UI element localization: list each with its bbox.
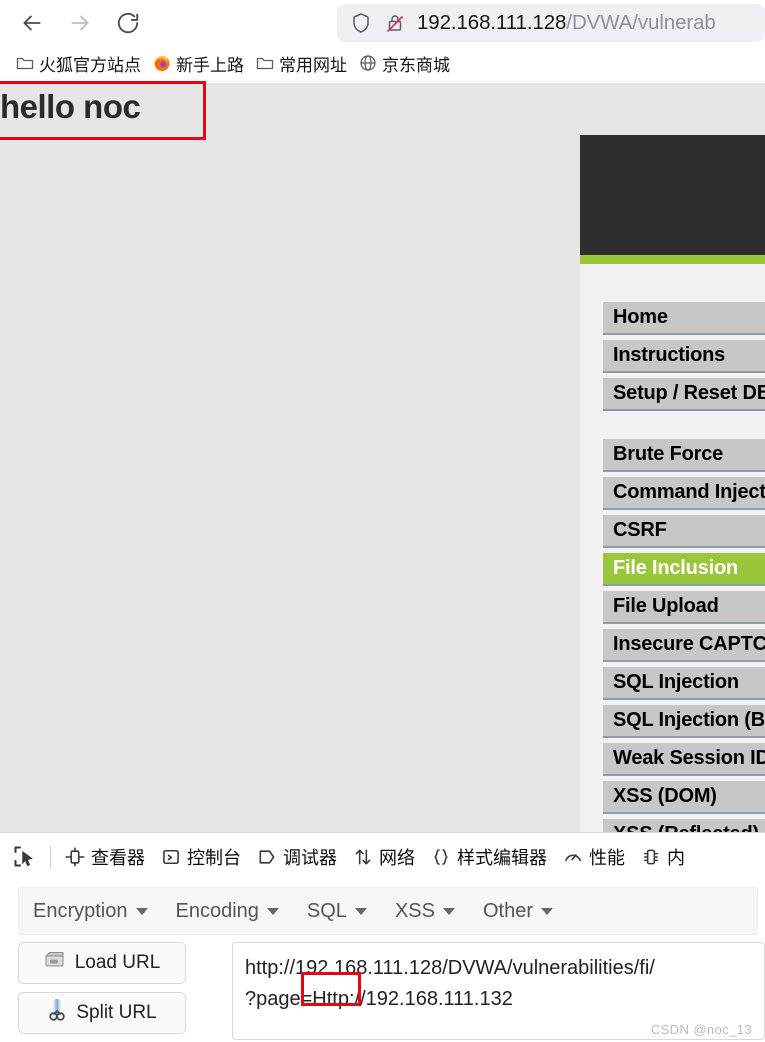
dvwa-menu-item-csrf[interactable]: CSRF (603, 515, 765, 548)
devtools-tab-label: 网络 (379, 847, 415, 868)
lock-crossed-icon[interactable] (383, 11, 407, 35)
hackbar-menu-other[interactable]: Other (469, 888, 567, 934)
page-viewport: hello noc Home Instructions Setup / Rese… (0, 80, 765, 832)
console-icon (161, 847, 181, 867)
scissors-icon (47, 998, 67, 1027)
dvwa-navigation-menu: Home Instructions Setup / Reset DB Brute… (580, 264, 765, 832)
debugger-icon (257, 847, 277, 867)
folder-icon (256, 54, 274, 72)
folder-icon (16, 54, 34, 72)
hackbar-menu-label: Other (482, 899, 533, 922)
shield-icon[interactable] (349, 11, 373, 35)
forward-button[interactable] (61, 4, 99, 42)
devtools-tab-label: 内 (667, 847, 685, 868)
dvwa-menu-item-home[interactable]: Home (603, 302, 765, 335)
hackbar-menu-label: Encryption (33, 899, 128, 922)
chevron-down-icon (541, 907, 553, 915)
load-url-label: Load URL (74, 952, 161, 973)
dvwa-menu-item-sql-injection[interactable]: SQL Injection (603, 667, 765, 700)
bookmark-item-common-sites[interactable]: 常用网址 (250, 49, 353, 78)
dvwa-menu-item-file-upload[interactable]: File Upload (603, 591, 765, 624)
load-url-button[interactable]: Load URL (18, 942, 186, 984)
dvwa-menu-item-setup-reset-db[interactable]: Setup / Reset DB (603, 378, 765, 411)
devtools-tab-memory[interactable]: 内 (633, 837, 693, 877)
server-icon (44, 951, 66, 975)
style-editor-icon (431, 847, 451, 867)
bookmark-label: 常用网址 (279, 55, 347, 75)
back-button[interactable] (13, 4, 51, 42)
dvwa-menu-item-instructions[interactable]: Instructions (603, 340, 765, 373)
dvwa-menu-group-vulnerabilities: Brute Force Command Injection CSRF File … (580, 439, 765, 832)
url-text[interactable]: 192.168.111.128/DVWA/vulnerab (417, 11, 716, 35)
globe-icon (359, 54, 377, 72)
hackbar-menu-label: Encoding (175, 899, 259, 922)
url-bar[interactable]: 192.168.111.128/DVWA/vulnerab (337, 4, 765, 42)
devtools-tab-style-editor[interactable]: 样式编辑器 (423, 837, 555, 877)
hackbar-url-textarea[interactable]: http://192.168.111.128/DVWA/vulnerabilit… (232, 942, 765, 1040)
toolbar-divider (50, 845, 51, 868)
hackbar-panel: Encryption Encoding SQL XSS Other Load U… (0, 880, 765, 1042)
dvwa-menu-group-main: Home Instructions Setup / Reset DB (580, 302, 765, 411)
dvwa-panel: Home Instructions Setup / Reset DB Brute… (580, 135, 765, 832)
hackbar-menu-label: SQL (306, 899, 347, 922)
dvwa-menu-item-xss-reflected[interactable]: XSS (Reflected) (603, 819, 765, 832)
bookmark-item-beginner[interactable]: 新手上路 (147, 49, 250, 78)
dvwa-logo-header (580, 135, 765, 255)
bookmark-label: 火狐官方站点 (39, 55, 141, 75)
devtools-toolbar: 查看器 控制台 调试器 网络 样式编辑器 性能 内 (0, 833, 765, 881)
url-host: 192.168.111.128 (417, 11, 567, 34)
split-url-button[interactable]: Split URL (18, 992, 186, 1034)
bookmark-item-firefox-official[interactable]: 火狐官方站点 (10, 49, 147, 78)
hackbar-menu-label: XSS (394, 899, 435, 922)
dvwa-menu-item-xss-dom[interactable]: XSS (DOM) (603, 781, 765, 814)
url-path: /DVWA/vulnerab (566, 11, 716, 34)
hackbar-menu-sql[interactable]: SQL (293, 888, 381, 934)
element-picker-icon[interactable] (4, 837, 44, 877)
devtools-tab-label: 性能 (589, 847, 625, 868)
reload-button[interactable] (109, 4, 147, 42)
dvwa-menu-item-insecure-captcha[interactable]: Insecure CAPTCHA (603, 629, 765, 662)
devtools-tab-label: 样式编辑器 (457, 847, 547, 868)
bookmarks-bar: 火狐官方站点 新手上路 常用网址 京东商城 (0, 46, 765, 80)
dvwa-menu-item-command-injection[interactable]: Command Injection (603, 477, 765, 510)
inspector-icon (65, 846, 85, 867)
browser-chrome: 192.168.111.128/DVWA/vulnerab 火狐官方站点 新手上… (0, 0, 765, 80)
chevron-down-icon (135, 907, 148, 915)
watermark-text: CSDN @noc_13 (650, 1022, 752, 1037)
hackbar-button-column: Load URL Split URL (18, 942, 218, 1042)
hackbar-menu-row: Encryption Encoding SQL XSS Other (18, 887, 758, 935)
dvwa-menu-item-sql-injection-blind[interactable]: SQL Injection (Blind) (603, 705, 765, 738)
hackbar-menu-encryption[interactable]: Encryption (19, 888, 162, 934)
bookmark-item-jd[interactable]: 京东商城 (353, 49, 456, 78)
bookmark-label: 京东商城 (382, 55, 450, 75)
chevron-down-icon (442, 907, 455, 915)
screenshot-root: 192.168.111.128/DVWA/vulnerab 火狐官方站点 新手上… (0, 0, 765, 1042)
annotation-box-output (0, 81, 206, 140)
firefox-icon (153, 54, 171, 72)
dvwa-menu-item-brute-force[interactable]: Brute Force (603, 439, 765, 472)
split-url-label: Split URL (76, 1002, 157, 1023)
bookmark-label: 新手上路 (176, 55, 244, 75)
memory-icon (641, 847, 661, 867)
devtools-tab-performance[interactable]: 性能 (555, 837, 633, 877)
devtools-tab-label: 查看器 (91, 847, 145, 868)
dvwa-menu-item-file-inclusion[interactable]: File Inclusion (603, 553, 765, 586)
devtools-tab-debugger[interactable]: 调试器 (249, 837, 345, 877)
hackbar-menu-xss[interactable]: XSS (381, 888, 469, 934)
performance-icon (563, 847, 583, 867)
devtools-tab-inspector[interactable]: 查看器 (57, 837, 153, 877)
hackbar-menu-encoding[interactable]: Encoding (162, 888, 293, 934)
devtools-tab-label: 调试器 (283, 847, 337, 868)
chevron-down-icon (266, 907, 279, 915)
devtools-tab-console[interactable]: 控制台 (153, 837, 249, 877)
dvwa-accent-bar (580, 255, 765, 264)
network-icon (353, 847, 373, 867)
annotation-box-http-scheme (301, 972, 361, 1006)
devtools-tab-label: 控制台 (187, 847, 241, 868)
dvwa-menu-item-weak-session-ids[interactable]: Weak Session IDs (603, 743, 765, 776)
devtools-tab-network[interactable]: 网络 (345, 837, 423, 877)
chevron-down-icon (354, 907, 367, 915)
